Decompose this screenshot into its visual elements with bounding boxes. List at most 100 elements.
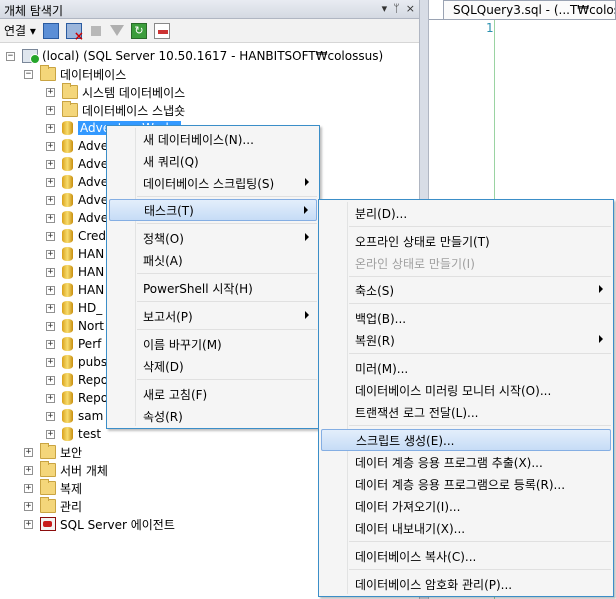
close-icon[interactable]: × bbox=[406, 2, 415, 15]
expand-icon[interactable]: + bbox=[46, 231, 55, 241]
database-node[interactable]: + Adve bbox=[46, 155, 108, 173]
menu-separator bbox=[137, 379, 317, 380]
menu-item-delete[interactable]: 삭제(D) bbox=[109, 355, 317, 377]
refresh-icon[interactable]: ↻ bbox=[130, 22, 147, 39]
expand-icon[interactable]: + bbox=[46, 267, 55, 277]
database-node[interactable]: + Adve bbox=[46, 191, 108, 209]
menu-item-reports[interactable]: 보고서(P) bbox=[109, 305, 317, 327]
database-context-menu: 새 데이터베이스(N)... 새 쿼리(Q) 데이터베이스 스크립팅(S) 태스… bbox=[106, 125, 320, 429]
menu-item-policies[interactable]: 정책(O) bbox=[109, 227, 317, 249]
menu-item-restore[interactable]: 복원(R) bbox=[321, 329, 611, 351]
menu-item-mirroring-monitor[interactable]: 데이터베이스 미러링 모니터 시작(O)... bbox=[321, 379, 611, 401]
expand-icon[interactable]: + bbox=[46, 123, 55, 133]
menu-item-start-powershell[interactable]: PowerShell 시작(H) bbox=[109, 277, 317, 299]
activity-monitor-icon[interactable] bbox=[153, 22, 170, 39]
database-node[interactable]: + HAN bbox=[46, 245, 104, 263]
expand-icon[interactable]: + bbox=[46, 141, 55, 151]
expand-icon[interactable]: + bbox=[24, 447, 33, 457]
connect-object-explorer-icon[interactable] bbox=[42, 22, 59, 39]
expand-icon[interactable]: + bbox=[46, 285, 55, 295]
expand-icon[interactable]: + bbox=[46, 303, 55, 313]
expand-icon[interactable]: + bbox=[46, 375, 55, 385]
menu-item-register-data-tier[interactable]: 데이터 계층 응용 프로그램으로 등록(R)... bbox=[321, 473, 611, 495]
expand-icon[interactable]: + bbox=[24, 519, 33, 529]
menu-item-refresh[interactable]: 새로 고침(F) bbox=[109, 383, 317, 405]
database-label: Adve bbox=[78, 193, 109, 207]
database-node[interactable]: + Perf bbox=[46, 335, 101, 353]
expand-icon[interactable]: + bbox=[46, 357, 55, 367]
menu-item-generate-scripts[interactable]: 스크립트 생성(E)... bbox=[321, 429, 611, 451]
dropdown-icon[interactable]: ▾ bbox=[382, 2, 388, 15]
collapse-icon[interactable]: − bbox=[6, 51, 15, 61]
menu-item-extract-data-tier[interactable]: 데이터 계층 응용 프로그램 추출(X)... bbox=[321, 451, 611, 473]
database-node[interactable]: + sam bbox=[46, 407, 103, 425]
database-icon bbox=[62, 175, 73, 189]
expand-icon[interactable]: + bbox=[46, 321, 55, 331]
collapse-icon[interactable]: − bbox=[24, 69, 33, 79]
expand-icon[interactable]: + bbox=[46, 159, 55, 169]
menu-item-new-query[interactable]: 새 쿼리(Q) bbox=[109, 150, 317, 172]
expand-icon[interactable]: + bbox=[46, 339, 55, 349]
expand-icon[interactable]: + bbox=[46, 393, 55, 403]
expand-icon[interactable]: + bbox=[46, 195, 55, 205]
menu-item-shrink[interactable]: 축소(S) bbox=[321, 279, 611, 301]
menu-item-facets[interactable]: 패싯(A) bbox=[109, 249, 317, 271]
connect-button[interactable]: 연결 ▾ bbox=[4, 22, 36, 39]
menu-item-log-shipping[interactable]: 트랜잭션 로그 전달(L)... bbox=[321, 401, 611, 423]
expand-icon[interactable]: + bbox=[46, 105, 55, 115]
menu-item-properties[interactable]: 속성(R) bbox=[109, 405, 317, 427]
expand-icon[interactable]: + bbox=[46, 87, 55, 97]
menu-item-script-database[interactable]: 데이터베이스 스크립팅(S) bbox=[109, 172, 317, 194]
database-node[interactable]: + Cred bbox=[46, 227, 106, 245]
menu-item-copy-database[interactable]: 데이터베이스 복사(C)... bbox=[321, 545, 611, 567]
tasks-submenu: 분리(D)... 오프라인 상태로 만들기(T) 온라인 상태로 만들기(I) … bbox=[318, 199, 614, 597]
tree-node-system-databases[interactable]: + 시스템 데이터베이스 bbox=[46, 83, 185, 101]
menu-item-label: 보고서(P) bbox=[143, 309, 193, 324]
database-node[interactable]: + test bbox=[46, 425, 101, 443]
menu-item-manage-encryption[interactable]: 데이터베이스 암호화 관리(P)... bbox=[321, 573, 611, 595]
database-node[interactable]: + Repo bbox=[46, 371, 108, 389]
expand-icon[interactable]: + bbox=[46, 429, 55, 439]
tree-node-server[interactable]: − (local) (SQL Server 10.50.1617 - HANBI… bbox=[6, 47, 383, 65]
menu-item-detach[interactable]: 분리(D)... bbox=[321, 202, 611, 224]
disconnect-icon[interactable] bbox=[65, 22, 84, 43]
database-node[interactable]: + Adve bbox=[46, 173, 108, 191]
folder-icon bbox=[62, 83, 78, 99]
database-node[interactable]: + Adve bbox=[46, 209, 108, 227]
database-node[interactable]: + pubs bbox=[46, 353, 107, 371]
tree-node-server-objects[interactable]: + 서버 개체 bbox=[24, 461, 108, 479]
tree-node-management[interactable]: + 관리 bbox=[24, 497, 82, 515]
menu-item-rename[interactable]: 이름 바꾸기(M) bbox=[109, 333, 317, 355]
expand-icon[interactable]: + bbox=[24, 483, 33, 493]
menu-item-mirror[interactable]: 미러(M)... bbox=[321, 357, 611, 379]
query-tab[interactable]: SQLQuery3.sql - (...T₩colossus bbox=[443, 0, 616, 19]
database-node[interactable]: + HAN bbox=[46, 263, 104, 281]
database-node[interactable]: + HAN bbox=[46, 281, 104, 299]
tree-node-agent[interactable]: + SQL Server 에이전트 bbox=[24, 515, 175, 533]
tree-node-databases[interactable]: − 데이터베이스 bbox=[24, 65, 126, 83]
expand-icon[interactable]: + bbox=[24, 465, 33, 475]
expand-icon[interactable]: + bbox=[46, 249, 55, 259]
expand-icon[interactable]: + bbox=[46, 213, 55, 223]
expand-icon[interactable]: + bbox=[24, 501, 33, 511]
expand-icon[interactable]: + bbox=[46, 411, 55, 421]
database-node[interactable]: + Repo bbox=[46, 389, 108, 407]
database-node[interactable]: + Nort bbox=[46, 317, 104, 335]
tree-node-snapshots[interactable]: + 데이터베이스 스냅숏 bbox=[46, 101, 185, 119]
sql-agent-icon bbox=[40, 517, 56, 531]
menu-item-backup[interactable]: 백업(B)... bbox=[321, 307, 611, 329]
database-node[interactable]: + HD_ bbox=[46, 299, 102, 317]
tree-node-security[interactable]: + 보안 bbox=[24, 443, 82, 461]
tree-node-replication[interactable]: + 복제 bbox=[24, 479, 82, 497]
menu-item-take-offline[interactable]: 오프라인 상태로 만들기(T) bbox=[321, 230, 611, 252]
stop-icon[interactable] bbox=[90, 25, 101, 36]
database-node[interactable]: + Adve bbox=[46, 137, 108, 155]
menu-item-export-data[interactable]: 데이터 내보내기(X)... bbox=[321, 517, 611, 539]
menu-item-new-database[interactable]: 새 데이터베이스(N)... bbox=[109, 128, 317, 150]
filter-icon[interactable] bbox=[109, 25, 124, 36]
database-label: Adve bbox=[78, 157, 109, 171]
pin-icon[interactable]: ᛘ bbox=[393, 2, 400, 15]
menu-item-import-data[interactable]: 데이터 가져오기(I)... bbox=[321, 495, 611, 517]
expand-icon[interactable]: + bbox=[46, 177, 55, 187]
menu-item-tasks[interactable]: 태스크(T) bbox=[109, 199, 317, 221]
